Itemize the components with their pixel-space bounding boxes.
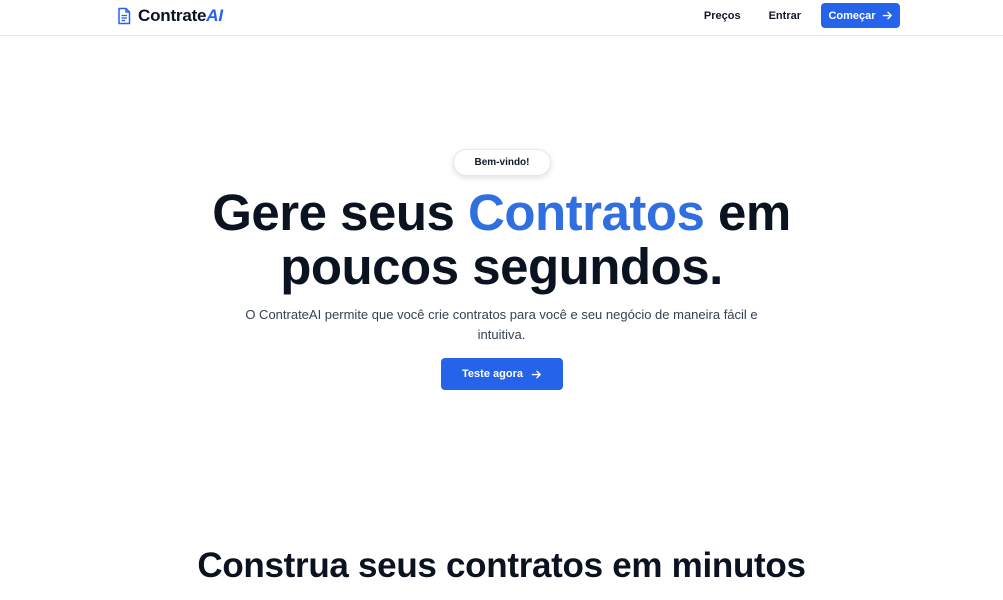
arrow-right-icon <box>882 11 892 20</box>
hero-title-part2: em <box>704 184 791 241</box>
comecar-button-label: Começar <box>828 9 876 22</box>
section-title: Construa seus contratos em minutos <box>197 546 806 585</box>
hero-title: Gere seus Contratos em poucos segundos. <box>0 186 1003 294</box>
nav-link-entrar[interactable]: Entrar <box>769 10 801 22</box>
welcome-badge: Bem-vindo! <box>453 149 551 176</box>
nav-links: Preços Entrar Começar <box>704 3 900 28</box>
brand-name-accent: AI <box>206 6 223 25</box>
navbar: ContrateAI Preços Entrar Começar <box>0 0 1003 36</box>
hero-title-accent: Contratos <box>468 184 705 241</box>
brand-name-main: Contrate <box>138 6 207 25</box>
teste-agora-button-label: Teste agora <box>462 368 523 380</box>
hero-title-part1: Gere seus <box>212 184 469 241</box>
comecar-button[interactable]: Começar <box>821 3 900 28</box>
nav-link-precos[interactable]: Preços <box>704 10 741 22</box>
brand-name: ContrateAI <box>138 6 223 26</box>
document-icon <box>118 7 131 25</box>
arrow-right-icon <box>531 370 541 378</box>
hero-subtitle: O ContrateAI permite que você crie contr… <box>245 307 758 342</box>
hero-title-line2: poucos segundos. <box>280 238 723 295</box>
brand-logo[interactable]: ContrateAI <box>116 5 223 27</box>
teste-agora-button[interactable]: Teste agora <box>441 358 563 390</box>
